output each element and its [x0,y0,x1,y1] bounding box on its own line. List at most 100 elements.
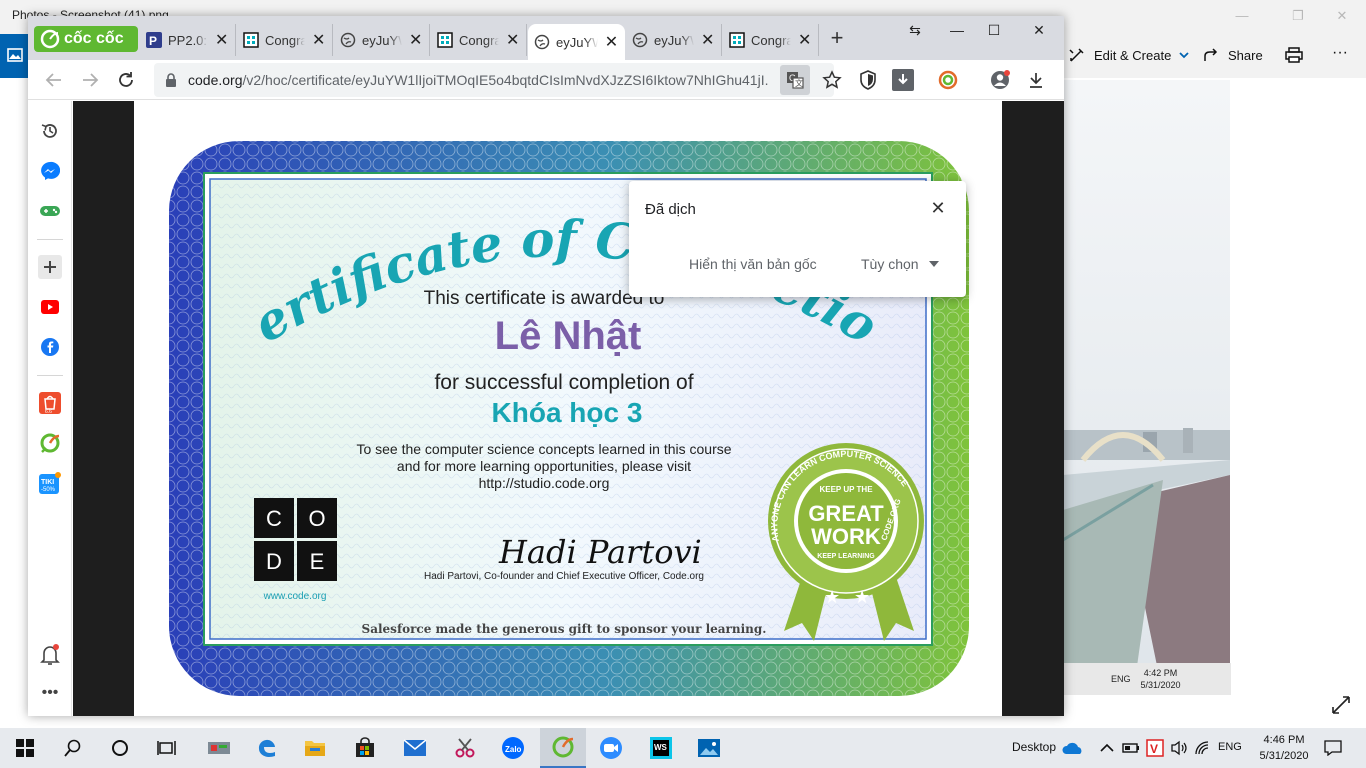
zoom-icon [600,737,622,759]
taskbar-store[interactable] [352,736,378,760]
tab-eyjuyw-1[interactable]: eyJuYW ✕ [334,24,430,56]
photos-maximize-button[interactable]: ❐ [1290,8,1306,24]
visit-line-1: To see the computer science concepts lea… [356,441,732,457]
sidebar-facebook[interactable] [38,335,62,359]
svg-text:TIKI: TIKI [41,479,54,486]
photos-close-button[interactable]: ✕ [1334,8,1350,24]
tab-close-icon[interactable]: ✕ [214,30,229,50]
sidebar-tiki[interactable]: TIKI -50% [38,471,62,495]
svg-text:文: 文 [795,78,803,88]
sidebar-youtube[interactable] [38,295,62,319]
url-path: /v2/hoc/certificate/eyJuYW1lIjoiTMOqIE5o… [242,72,768,88]
start-button[interactable] [12,736,38,760]
show-original-button[interactable]: Hiển thị văn bản gốc [689,256,817,272]
reload-icon [119,72,133,87]
volume-button[interactable] [1166,736,1192,760]
more-options-button[interactable]: ··· [1332,44,1348,62]
action-center-button[interactable] [1320,736,1346,760]
inner-clock-date: 5/31/2020 [1140,680,1181,690]
taskbar-app-hardware[interactable] [206,736,232,760]
taskbar-mail[interactable] [402,736,428,760]
tab-close-icon[interactable]: ✕ [604,32,619,52]
reload-button[interactable] [114,68,138,92]
caret-down-icon [928,261,939,267]
tab-close-icon[interactable]: ✕ [505,30,520,50]
battery-icon [1122,743,1139,753]
tab-congratulations-2[interactable]: Congratulations ✕ [431,24,527,56]
coccoc-extension-button[interactable] [936,68,960,92]
minimize-button[interactable]: — [946,22,968,42]
desktop-toolbar-label[interactable]: Desktop [1012,740,1056,754]
taskbar-file-explorer[interactable] [302,736,328,760]
taskbar-coccoc[interactable] [540,728,586,768]
chevron-up-icon [1100,743,1114,752]
sponsor-line: Salesforce made the generous gift to spo… [361,622,767,636]
zalo-icon: Zalo [502,737,524,759]
battery-button[interactable] [1118,736,1144,760]
vietkey-button[interactable]: V [1142,736,1168,760]
taskbar-zoom[interactable] [598,736,624,760]
taskbar-clock[interactable]: 4:46 PM 5/31/2020 [1254,732,1314,764]
sidebar-notifications[interactable] [38,643,62,667]
tab-eyjuyw-active[interactable]: eyJuYW ✕ [528,24,625,60]
show-hidden-icons-button[interactable] [1094,736,1120,760]
tab-eyjuyw-3[interactable]: eyJuYW ✕ [626,24,722,56]
tab-pp2[interactable]: P PP2.0: ✕ [140,24,236,56]
input-language[interactable]: ENG [1218,741,1242,753]
sidebar-add[interactable] [38,255,62,279]
windows-logo-icon [16,739,34,757]
new-tab-button[interactable]: + [826,27,848,50]
profile-icon [991,70,1010,89]
tab-close-icon[interactable]: ✕ [408,30,423,50]
network-button[interactable] [1190,736,1216,760]
facebook-icon [41,338,59,356]
translate-close-button[interactable]: ✕ [929,199,947,217]
task-view-button[interactable] [154,736,180,760]
tab-label: eyJuYW [362,32,402,48]
close-window-button[interactable]: ✕ [1028,22,1050,42]
back-button[interactable] [42,68,66,92]
photos-app-icon [0,34,28,78]
tab-close-icon[interactable]: ✕ [797,30,812,50]
tab-congratulations-1[interactable]: Congratulations ✕ [237,24,333,56]
taskbar-webstorm[interactable]: WS [648,736,674,760]
sidebar-game[interactable] [38,199,62,223]
tab-search-icon[interactable]: ⇆ [904,22,926,42]
coccoc-logo[interactable]: cốc cốc [34,26,138,52]
maximize-button[interactable]: ☐ [983,22,1005,42]
photos-minimize-button[interactable]: — [1234,8,1250,24]
forward-button[interactable] [78,68,102,92]
codeorg-favicon [437,32,453,48]
taskbar-zalo[interactable]: Zalo [500,736,526,760]
tab-close-icon[interactable]: ✕ [311,30,326,50]
globe-icon [534,34,550,50]
savior-download-button[interactable] [892,69,914,91]
taskbar-photos[interactable] [696,736,722,760]
edit-create-button[interactable]: Edit & Create [1068,46,1189,64]
profile-button[interactable] [988,68,1012,92]
cortana-button[interactable] [107,736,133,760]
onedrive-button[interactable] [1060,736,1086,760]
tab-congratulations-3[interactable]: Congratulations ✕ [723,24,819,56]
share-button[interactable]: Share [1202,46,1263,64]
search-button[interactable] [60,736,86,760]
translate-button[interactable]: G文 [780,65,810,95]
taskbar-snipping-tool[interactable] [452,736,478,760]
sidebar-history[interactable] [38,119,62,143]
tab-close-icon[interactable]: ✕ [700,30,715,50]
visit-url: http://studio.code.org [478,475,610,491]
bookmark-button[interactable] [820,68,844,92]
expand-icon[interactable] [1330,694,1352,716]
address-bar[interactable]: code.org/v2/hoc/certificate/eyJuYW1lIjoi… [154,63,834,97]
adblock-button[interactable] [856,68,880,92]
print-button[interactable] [1284,46,1304,64]
tab-label: PP2.0: [168,32,208,48]
sidebar-coccoc-map[interactable] [38,431,62,455]
forward-arrow-icon [83,73,99,87]
sidebar-messenger[interactable] [38,159,62,183]
sidebar-more[interactable]: ••• [38,681,62,705]
translate-options-button[interactable]: Tùy chọn [861,256,939,272]
downloads-button[interactable] [1024,68,1048,92]
taskbar-edge[interactable] [254,736,280,760]
sidebar-shopee[interactable]: 6.6 [38,391,62,415]
